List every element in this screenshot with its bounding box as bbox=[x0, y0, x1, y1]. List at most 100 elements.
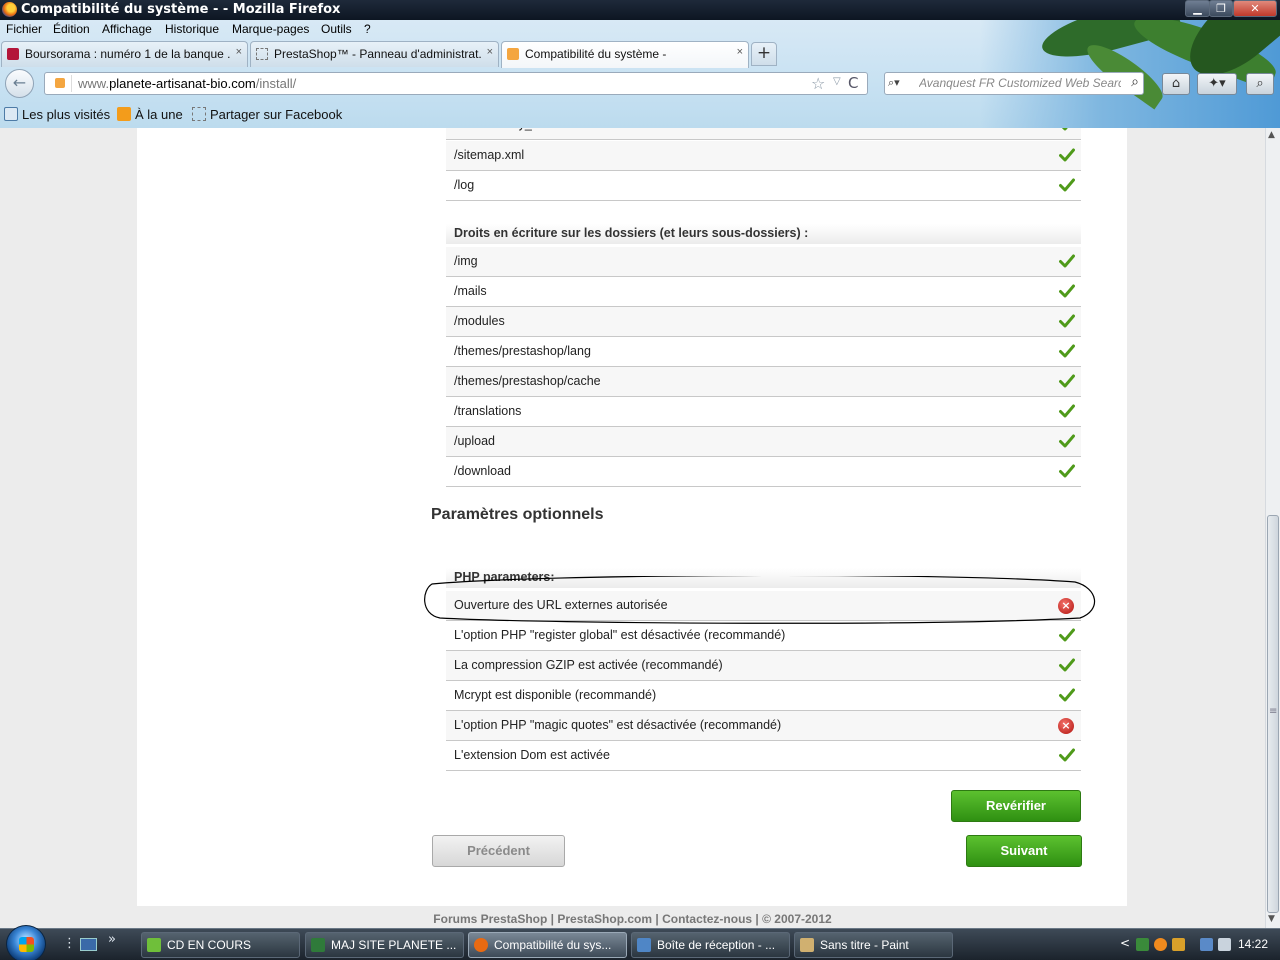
checkmark-icon bbox=[1059, 313, 1075, 329]
tab-prestashop-admin[interactable]: PrestaShop™ - Panneau d'administrat... × bbox=[250, 41, 499, 67]
footer-site-link[interactable]: PrestaShop.com bbox=[557, 912, 652, 926]
taskbar-item[interactable]: CD EN COURS bbox=[141, 932, 300, 958]
previous-button[interactable]: Précédent bbox=[432, 835, 565, 867]
menu-aide[interactable]: ? bbox=[364, 22, 371, 36]
back-button[interactable]: ← bbox=[5, 69, 34, 98]
page-footer: Forums PrestaShop | PrestaShop.com | Con… bbox=[433, 912, 832, 926]
scroll-down-icon[interactable]: ▼ bbox=[1268, 914, 1275, 924]
bookmark-partager-facebook[interactable]: Partager sur Facebook bbox=[192, 107, 342, 122]
home-button[interactable]: ⌂ bbox=[1162, 73, 1190, 95]
tray-avast-icon[interactable] bbox=[1154, 938, 1167, 951]
windows-taskbar: ⋮ » CD EN COURS MAJ SITE PLANETE ... Com… bbox=[0, 925, 1280, 960]
bookmark-a-la-une[interactable]: À la une bbox=[117, 107, 183, 122]
install-page: /tools/smarty_v2/cache/sitemap.xml/log Dr… bbox=[137, 128, 1127, 906]
menu-edition[interactable]: Édition bbox=[53, 22, 90, 36]
rss-feed-icon bbox=[117, 107, 131, 121]
taskbar-item[interactable]: Compatibilité du sys... bbox=[468, 932, 627, 958]
check-row-label: /log bbox=[454, 178, 475, 192]
tab-compatibilite[interactable]: Compatibilité du système - × bbox=[501, 41, 749, 68]
tab-close-icon[interactable]: × bbox=[737, 46, 743, 58]
addon-button[interactable]: ✦▾ bbox=[1197, 73, 1237, 95]
vertical-scrollbar[interactable]: ▲ ≡ ▼ bbox=[1265, 128, 1280, 928]
start-button[interactable] bbox=[6, 925, 46, 960]
site-identity-icon[interactable] bbox=[48, 75, 72, 92]
search-engine-icon[interactable]: ⌕▾ bbox=[888, 76, 914, 91]
folder-icon bbox=[147, 938, 161, 952]
check-row-label: Ouverture des URL externes autorisée bbox=[454, 598, 668, 612]
tray-expand-icon[interactable]: < bbox=[1120, 936, 1130, 950]
checkmark-icon bbox=[1059, 627, 1075, 643]
volume-icon[interactable] bbox=[1218, 938, 1231, 951]
tray-warning-icon[interactable] bbox=[1172, 938, 1185, 951]
new-tab-button[interactable]: + bbox=[751, 42, 777, 66]
check-row: /sitemap.xml bbox=[446, 141, 1081, 171]
error-icon: × bbox=[1058, 598, 1074, 614]
menu-historique[interactable]: Historique bbox=[165, 22, 219, 36]
search-input[interactable]: Avanquest FR Customized Web Search bbox=[919, 76, 1121, 90]
check-row: Mcrypt est disponible (recommandé) bbox=[446, 681, 1081, 711]
scrollbar-grip-icon: ≡ bbox=[1269, 706, 1278, 717]
url-text[interactable]: www.planete-artisanat-bio.com/install/ bbox=[78, 76, 296, 91]
check-row: /download bbox=[446, 457, 1081, 487]
most-visited-icon bbox=[4, 107, 18, 121]
taskbar-item[interactable]: MAJ SITE PLANETE ... bbox=[305, 932, 464, 958]
reverify-button[interactable]: Revérifier bbox=[951, 790, 1081, 822]
check-row-label: /mails bbox=[454, 284, 487, 298]
zoom-button[interactable]: ⌕ bbox=[1246, 73, 1274, 95]
history-dropdown-icon[interactable]: ▽ bbox=[833, 76, 841, 87]
close-window-button[interactable]: ✕ bbox=[1233, 0, 1277, 17]
bookmark-most-visited[interactable]: Les plus visités bbox=[4, 107, 110, 122]
minimize-button[interactable]: ▁ bbox=[1185, 0, 1210, 17]
scroll-up-icon[interactable]: ▲ bbox=[1268, 130, 1275, 140]
tab-label: Boursorama : numéro 1 de la banque ... bbox=[25, 47, 231, 61]
check-row-label: L'option PHP "magic quotes" est désactiv… bbox=[454, 718, 782, 732]
group-header-label: Droits en écriture sur les dossiers (et … bbox=[454, 226, 809, 240]
menu-marque-pages[interactable]: Marque-pages bbox=[232, 22, 309, 36]
menu-bar: Fichier Édition Affichage Historique Mar… bbox=[0, 20, 980, 40]
tray-app-icon[interactable] bbox=[1136, 938, 1149, 951]
next-button[interactable]: Suivant bbox=[966, 835, 1082, 867]
page-viewport: /tools/smarty_v2/cache/sitemap.xml/log Dr… bbox=[0, 128, 1265, 928]
checkmark-icon bbox=[1059, 128, 1075, 132]
taskbar-item[interactable]: Sans titre - Paint bbox=[794, 932, 953, 958]
page-icon bbox=[192, 107, 206, 121]
search-bar[interactable]: ⌕▾ Avanquest FR Customized Web Search ⌕ bbox=[884, 72, 1144, 95]
checkmark-icon bbox=[1059, 177, 1075, 193]
checkmark-icon bbox=[1059, 463, 1075, 479]
check-row: /modules bbox=[446, 307, 1081, 337]
paint-icon bbox=[800, 938, 814, 952]
group-header: PHP parameters: bbox=[446, 568, 1081, 588]
clock: 14:22 bbox=[1238, 937, 1269, 951]
checkmark-icon bbox=[1059, 747, 1075, 763]
group-header-label: PHP parameters: bbox=[454, 570, 555, 584]
maximize-button[interactable]: ❐ bbox=[1209, 0, 1233, 17]
firefox-logo-icon bbox=[2, 2, 17, 17]
check-row: /log bbox=[446, 171, 1081, 201]
checkmark-icon bbox=[1059, 433, 1075, 449]
menu-outils[interactable]: Outils bbox=[321, 22, 352, 36]
check-row: /upload bbox=[446, 427, 1081, 457]
url-bar[interactable]: www.planete-artisanat-bio.com/install/ ☆… bbox=[44, 72, 868, 95]
quicklaunch-more-icon[interactable]: » bbox=[108, 932, 116, 947]
menu-affichage[interactable]: Affichage bbox=[102, 22, 152, 36]
check-row: L'extension Dom est activée bbox=[446, 741, 1081, 771]
check-row: L'option PHP "register global" est désac… bbox=[446, 621, 1081, 651]
check-row-label: /themes/prestashop/lang bbox=[454, 344, 591, 358]
checkmark-icon bbox=[1059, 657, 1075, 673]
tab-close-icon[interactable]: × bbox=[236, 46, 242, 58]
check-row: /themes/prestashop/cache bbox=[446, 367, 1081, 397]
network-icon[interactable] bbox=[1200, 938, 1213, 951]
checkmark-icon bbox=[1059, 687, 1075, 703]
tab-close-icon[interactable]: × bbox=[487, 46, 493, 58]
menu-fichier[interactable]: Fichier bbox=[6, 22, 42, 36]
reload-icon[interactable]: C bbox=[848, 74, 858, 92]
check-row: /mails bbox=[446, 277, 1081, 307]
footer-contact-link[interactable]: Contactez-nous bbox=[662, 912, 752, 926]
taskbar-item[interactable]: Boîte de réception - ... bbox=[631, 932, 790, 958]
tab-boursorama[interactable]: Boursorama : numéro 1 de la banque ... × bbox=[1, 41, 248, 67]
footer-forums-link[interactable]: Forums PrestaShop bbox=[433, 912, 547, 926]
search-go-icon[interactable]: ⌕ bbox=[1131, 74, 1139, 90]
bookmark-star-icon[interactable]: ☆ bbox=[811, 74, 825, 93]
show-desktop-icon[interactable] bbox=[80, 938, 97, 951]
check-row-label: /sitemap.xml bbox=[454, 148, 525, 162]
